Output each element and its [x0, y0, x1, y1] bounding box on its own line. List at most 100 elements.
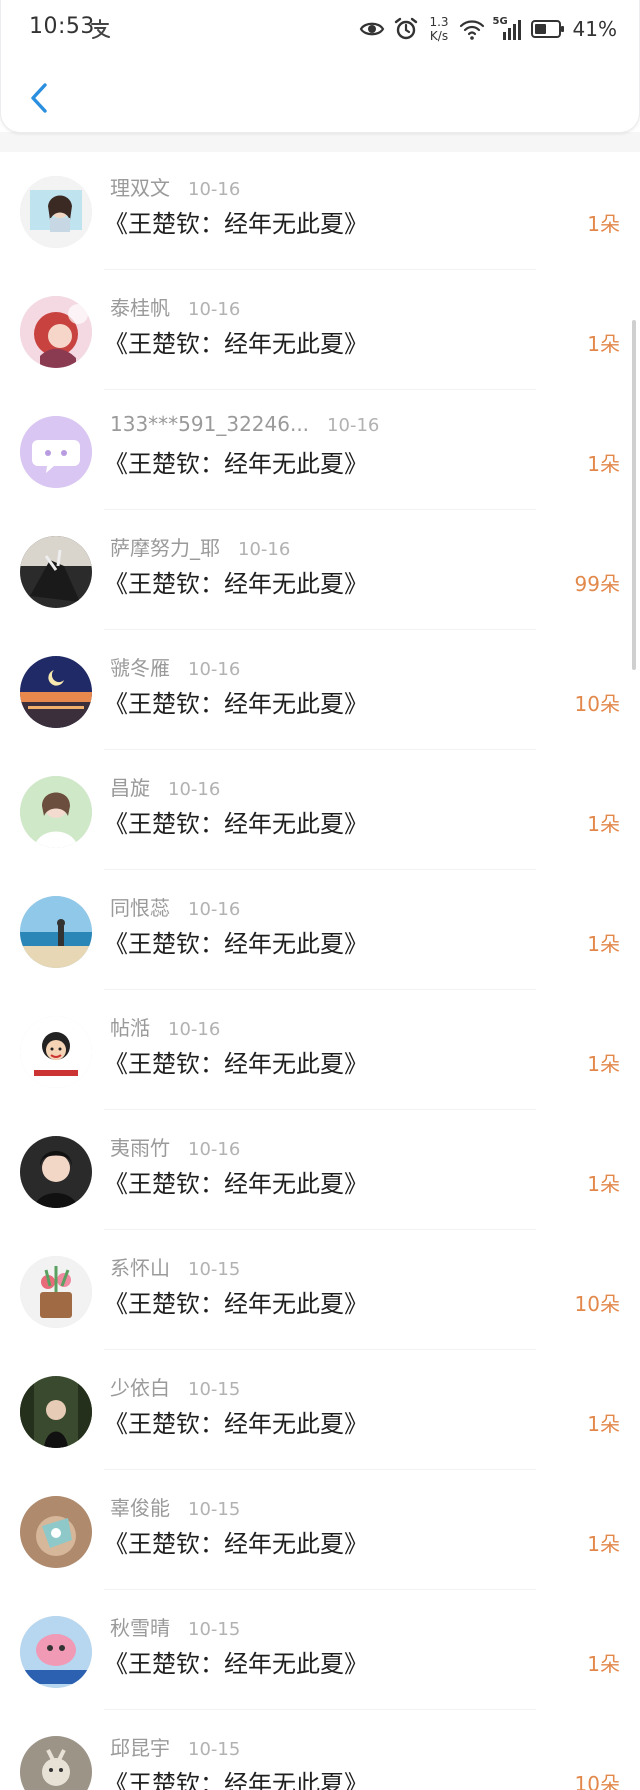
gift-date: 10-16 — [168, 779, 221, 800]
work-title: 《王楚钦：经年无此夏》 — [104, 690, 368, 718]
list-item[interactable]: 帖湉 10-16 《王楚钦：经年无此夏》 1朵 — [0, 990, 640, 1110]
list-item[interactable]: 系怀山 10-15 《王楚钦：经年无此夏》 10朵 — [0, 1230, 640, 1350]
work-title: 《王楚钦：经年无此夏》 — [104, 930, 368, 958]
user-name: 萨摩努力_耶 — [110, 536, 220, 560]
list-item[interactable]: 昌旋 10-16 《王楚钦：经年无此夏》 1朵 — [0, 750, 640, 870]
header-panel: 10:53 1.3 K/s 5G 41% — [0, 0, 640, 133]
item-meta: 少依白 10-15 — [110, 1372, 240, 1401]
item-meta: 夷雨竹 10-16 — [110, 1132, 240, 1161]
alipay-icon — [91, 19, 110, 39]
avatar[interactable] — [20, 416, 92, 488]
avatar[interactable] — [20, 1016, 92, 1088]
gift-date: 10-16 — [188, 899, 241, 920]
gift-date: 10-16 — [327, 415, 380, 436]
user-name: 秋雪晴 — [110, 1616, 170, 1640]
gift-date: 10-15 — [188, 1259, 241, 1280]
user-name: 夷雨竹 — [110, 1136, 170, 1160]
battery-icon — [530, 20, 564, 38]
avatar[interactable] — [20, 176, 92, 248]
list-item[interactable]: 133***591_32246... 10-16 《王楚钦：经年无此夏》 1朵 — [0, 390, 640, 510]
work-title: 《王楚钦：经年无此夏》 — [104, 210, 368, 238]
work-title: 《王楚钦：经年无此夏》 — [104, 1650, 368, 1678]
signal-icon: 5G — [493, 16, 523, 42]
list-item[interactable]: 少依白 10-15 《王楚钦：经年无此夏》 1朵 — [0, 1350, 640, 1470]
gift-count: 1朵 — [587, 212, 620, 236]
avatar[interactable] — [20, 1616, 92, 1688]
avatar[interactable] — [20, 296, 92, 368]
work-title: 《王楚钦：经年无此夏》 — [104, 570, 368, 598]
battery-percentage: 41% — [572, 17, 617, 41]
gift-date: 10-15 — [188, 1499, 241, 1520]
item-meta: 帖湉 10-16 — [110, 1012, 220, 1041]
gift-date: 10-16 — [188, 179, 241, 200]
user-name: 少依白 — [110, 1376, 170, 1400]
gift-count: 1朵 — [587, 1652, 620, 1676]
avatar[interactable] — [20, 536, 92, 608]
avatar[interactable] — [20, 1256, 92, 1328]
gift-date: 10-16 — [168, 1019, 221, 1040]
gift-record-list: 理双文 10-16 《王楚钦：经年无此夏》 1朵 泰桂帆 10-16 《王楚钦：经年无此夏》… — [0, 150, 640, 1790]
gift-date: 10-16 — [188, 1139, 241, 1160]
avatar-image — [20, 656, 92, 728]
user-name: 帖湉 — [110, 1016, 150, 1040]
gift-count: 1朵 — [587, 1172, 620, 1196]
avatar-image — [20, 1496, 92, 1568]
avatar-image — [20, 1616, 92, 1688]
wifi-icon — [459, 20, 484, 40]
list-item[interactable]: 泰桂帆 10-16 《王楚钦：经年无此夏》 1朵 — [0, 270, 640, 390]
list-item[interactable]: 辜俊能 10-15 《王楚钦：经年无此夏》 1朵 — [0, 1470, 640, 1590]
screen: 10:53 1.3 K/s 5G 41% 理双文 10-16 《王楚钦：经年无此… — [0, 0, 640, 1790]
list-item[interactable]: 夷雨竹 10-16 《王楚钦：经年无此夏》 1朵 — [0, 1110, 640, 1230]
eye-icon — [360, 22, 385, 36]
user-name: 昌旋 — [110, 776, 150, 800]
status-bar: 10:53 1.3 K/s 5G 41% — [1, 0, 640, 58]
gift-count: 1朵 — [587, 812, 620, 836]
work-title: 《王楚钦：经年无此夏》 — [104, 1290, 368, 1318]
avatar[interactable] — [20, 1376, 92, 1448]
gift-count: 99朵 — [574, 572, 620, 596]
gift-count: 1朵 — [587, 1532, 620, 1556]
item-meta: 秋雪晴 10-15 — [110, 1612, 240, 1641]
list-item[interactable]: 邱昆宇 10-15 《王楚钦：经年无此夏》 10朵 — [0, 1710, 640, 1790]
status-icons: 1.3 K/s 5G 41% — [359, 12, 617, 46]
item-meta: 同恨蕊 10-16 — [110, 892, 240, 921]
avatar[interactable] — [20, 656, 92, 728]
item-meta: 辜俊能 10-15 — [110, 1492, 240, 1521]
net-speed-value: 1.3 — [429, 15, 449, 29]
gift-date: 10-16 — [238, 539, 291, 560]
work-title: 《王楚钦：经年无此夏》 — [104, 1770, 368, 1790]
avatar[interactable] — [20, 1136, 92, 1208]
avatar[interactable] — [20, 1496, 92, 1568]
work-title: 《王楚钦：经年无此夏》 — [104, 1530, 368, 1558]
gift-count: 10朵 — [574, 692, 620, 716]
avatar[interactable] — [20, 896, 92, 968]
back-button[interactable] — [19, 76, 59, 120]
avatar-image — [20, 1016, 92, 1088]
user-name: 133***591_32246... — [110, 412, 310, 436]
list-item[interactable]: 理双文 10-16 《王楚钦：经年无此夏》 1朵 — [0, 150, 640, 270]
gift-date: 10-15 — [188, 1619, 241, 1640]
item-meta: 邱昆宇 10-15 — [110, 1732, 240, 1761]
list-item[interactable]: 虢冬雁 10-16 《王楚钦：经年无此夏》 10朵 — [0, 630, 640, 750]
avatar-image — [20, 176, 92, 248]
user-name: 邱昆宇 — [110, 1736, 170, 1760]
gift-count: 1朵 — [587, 332, 620, 356]
avatar-image — [20, 296, 92, 368]
avatar-image — [20, 1736, 92, 1790]
avatar-image — [20, 1136, 92, 1208]
avatar[interactable] — [20, 1736, 92, 1790]
list-item[interactable]: 同恨蕊 10-16 《王楚钦：经年无此夏》 1朵 — [0, 870, 640, 990]
avatar[interactable] — [20, 776, 92, 848]
avatar-image — [20, 536, 92, 608]
user-name: 辜俊能 — [110, 1496, 170, 1520]
gift-count: 10朵 — [574, 1772, 620, 1790]
list-item[interactable]: 秋雪晴 10-15 《王楚钦：经年无此夏》 1朵 — [0, 1590, 640, 1710]
scrollbar[interactable] — [632, 320, 636, 670]
gift-date: 10-16 — [188, 659, 241, 680]
gift-date: 10-15 — [188, 1379, 241, 1400]
item-meta: 泰桂帆 10-16 — [110, 292, 240, 321]
header-gap — [0, 132, 640, 152]
list-item[interactable]: 萨摩努力_耶 10-16 《王楚钦：经年无此夏》 99朵 — [0, 510, 640, 630]
chevron-left-icon — [31, 83, 47, 113]
work-title: 《王楚钦：经年无此夏》 — [104, 1410, 368, 1438]
